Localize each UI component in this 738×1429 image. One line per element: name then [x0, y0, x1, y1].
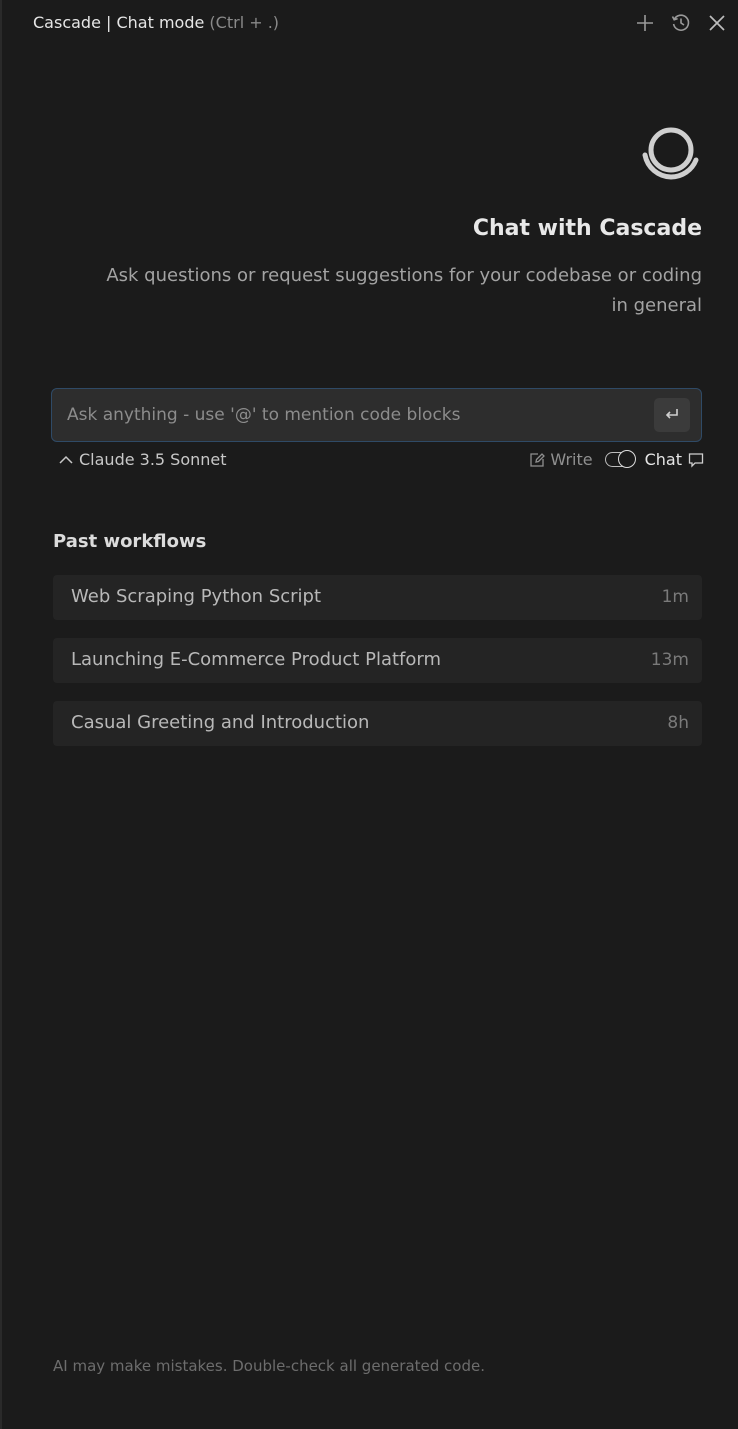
history-button[interactable] — [668, 10, 694, 36]
model-selector[interactable]: Claude 3.5 Sonnet — [59, 450, 227, 469]
chat-input-box — [51, 388, 702, 442]
cascade-panel: Cascade | Chat mode (Ctrl + .) Chat with… — [0, 0, 738, 1429]
close-icon — [709, 15, 725, 31]
panel-title-main: Cascade | Chat mode — [33, 13, 205, 32]
chat-bubble-icon — [688, 452, 704, 468]
panel-header: Cascade | Chat mode (Ctrl + .) — [2, 0, 738, 46]
header-actions — [632, 10, 730, 36]
model-label: Claude 3.5 Sonnet — [79, 450, 227, 469]
panel-title-shortcut: (Ctrl + .) — [209, 13, 280, 32]
send-button[interactable] — [654, 398, 690, 432]
workflow-time: 13m — [650, 650, 689, 670]
workflow-time: 1m — [661, 587, 689, 607]
chevron-up-icon — [59, 455, 73, 464]
workflow-item[interactable]: Launching E-Commerce Product Platform 13… — [53, 638, 702, 683]
chat-mode-label: Chat — [644, 450, 682, 469]
mode-switch[interactable] — [604, 450, 636, 468]
mode-toggle: Write Chat — [529, 450, 704, 469]
history-icon — [671, 14, 690, 31]
workflow-title: Casual Greeting and Introduction — [71, 712, 370, 733]
mode-switch-knob — [617, 450, 636, 468]
close-button[interactable] — [704, 10, 730, 36]
edit-icon — [530, 452, 546, 467]
write-mode-label: Write — [550, 450, 593, 469]
workflow-time: 8h — [667, 713, 689, 733]
plus-icon — [637, 15, 653, 31]
workflow-item[interactable]: Casual Greeting and Introduction 8h — [53, 701, 702, 746]
new-chat-button[interactable] — [632, 10, 658, 36]
cascade-logo-icon — [642, 127, 699, 180]
workflow-title: Launching E-Commerce Product Platform — [71, 649, 442, 670]
hero-title: Chat with Cascade — [472, 216, 702, 241]
chat-mode-option[interactable]: Chat — [645, 450, 704, 469]
hero-subtitle: Ask questions or request suggestions for… — [106, 265, 702, 316]
write-mode-option[interactable]: Write — [529, 450, 593, 469]
past-workflows-list: Web Scraping Python Script 1m Launching … — [53, 575, 702, 764]
workflow-item[interactable]: Web Scraping Python Script 1m — [53, 575, 702, 620]
panel-title: Cascade | Chat mode (Ctrl + .) — [33, 13, 279, 32]
chat-input[interactable] — [52, 389, 642, 441]
enter-icon — [665, 409, 678, 419]
disclaimer-text: AI may make mistakes. Double-check all g… — [53, 1357, 485, 1375]
input-controls: Claude 3.5 Sonnet Write Chat — [59, 450, 704, 474]
workflow-title: Web Scraping Python Script — [71, 586, 322, 607]
past-workflows-title: Past workflows — [53, 531, 207, 552]
